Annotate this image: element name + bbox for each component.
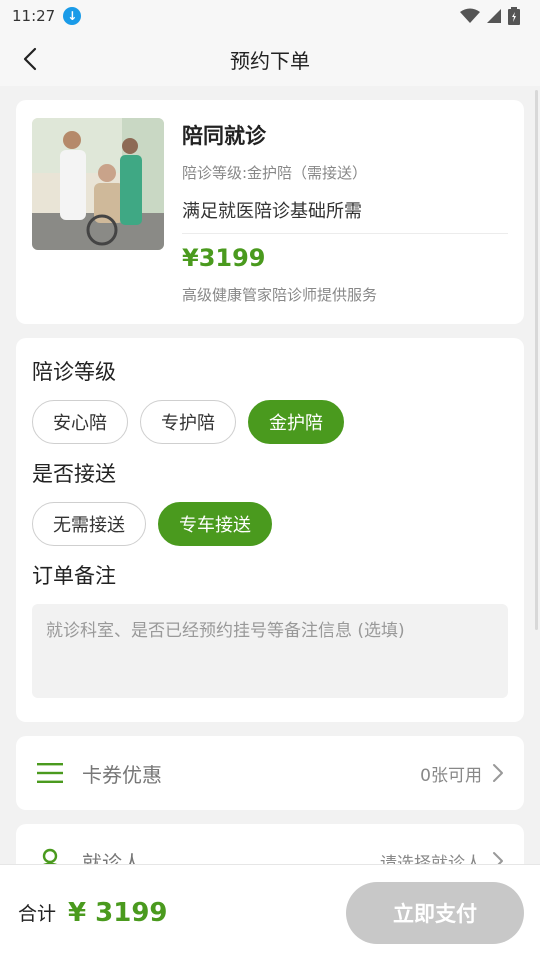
- scrollbar[interactable]: [535, 90, 538, 630]
- back-button[interactable]: [16, 45, 44, 73]
- product-description: 满足就医陪诊基础所需: [182, 197, 508, 234]
- battery-icon: [508, 7, 520, 25]
- product-price: ¥3199: [182, 244, 266, 272]
- nav-bar: 预约下单: [0, 32, 540, 86]
- level-chip-zhuanhu[interactable]: 专护陪: [140, 400, 236, 444]
- level-section-title: 陪诊等级: [32, 360, 116, 384]
- status-left: 11:27 ↓: [12, 7, 82, 25]
- status-right: [460, 7, 520, 25]
- coupon-row[interactable]: 卡券优惠 0张可用: [16, 736, 524, 810]
- coupon-label: 卡券优惠: [82, 762, 162, 787]
- menu-icon: [36, 759, 64, 787]
- level-chips: 安心陪 专护陪 金护陪: [32, 400, 508, 444]
- chevron-left-icon: [23, 47, 37, 71]
- level-chip-anxin[interactable]: 安心陪: [32, 400, 128, 444]
- remark-input[interactable]: 就诊科室、是否已经预约挂号等备注信息 (选填): [32, 604, 508, 698]
- product-card: 陪同就诊 陪诊等级:金护陪（需接送） 满足就医陪诊基础所需 ¥3199 高级健康…: [16, 100, 524, 324]
- product-image: [32, 118, 164, 250]
- transfer-chip-none[interactable]: 无需接送: [32, 502, 146, 546]
- bottom-bar: 合计 ¥ 3199 立即支付: [0, 864, 540, 960]
- transfer-chips: 无需接送 专车接送: [32, 502, 508, 546]
- pay-button[interactable]: 立即支付: [346, 881, 524, 944]
- level-chip-jinhu[interactable]: 金护陪: [248, 400, 344, 444]
- wifi-icon: [460, 8, 480, 23]
- product-level: 陪诊等级:金护陪（需接送）: [182, 164, 368, 182]
- product-info: 陪同就诊 陪诊等级:金护陪（需接送） 满足就医陪诊基础所需 ¥3199 高级健康…: [182, 118, 508, 304]
- transfer-chip-car[interactable]: 专车接送: [158, 502, 272, 546]
- total-price: ¥ 3199: [68, 897, 168, 928]
- signal-icon: [487, 9, 501, 23]
- chevron-right-icon: [493, 764, 503, 782]
- options-card: 陪诊等级 安心陪 专护陪 金护陪 是否接送 无需接送 专车接送 订单备注 就诊科…: [16, 338, 524, 722]
- status-time: 11:27: [12, 7, 56, 25]
- product-provider: 高级健康管家陪诊师提供服务: [182, 286, 378, 304]
- page-title: 预约下单: [230, 48, 310, 73]
- coupon-value: 0张可用: [420, 765, 482, 786]
- download-icon: ↓: [63, 7, 82, 25]
- total-label: 合计: [18, 903, 57, 925]
- status-bar: 11:27 ↓: [0, 0, 540, 32]
- remark-section-title: 订单备注: [32, 564, 116, 588]
- transfer-section-title: 是否接送: [32, 462, 116, 486]
- product-name: 陪同就诊: [182, 124, 266, 148]
